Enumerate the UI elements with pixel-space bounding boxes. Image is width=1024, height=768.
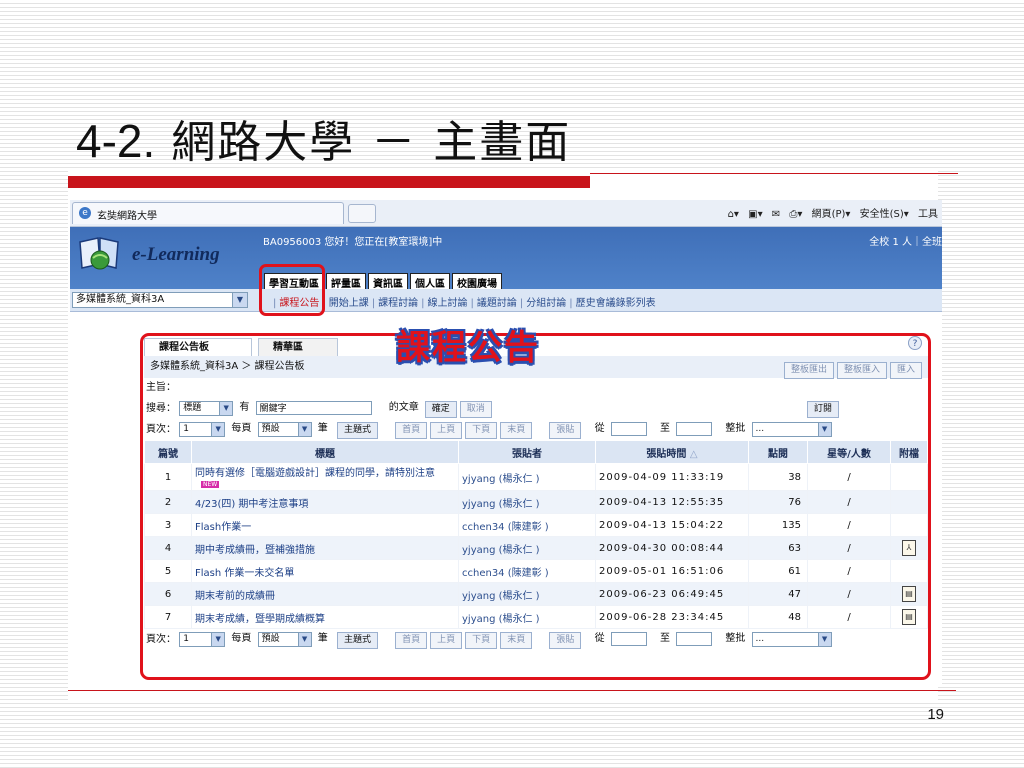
new-tab-button[interactable] [348, 204, 376, 223]
chevron-down-icon: ▼ [232, 293, 247, 307]
course-select[interactable]: 多媒體系統_資科3A ▼ [72, 292, 248, 308]
safety-menu[interactable]: 安全性(S)▾ [860, 209, 909, 220]
page-menu[interactable]: 網頁(P)▾ [812, 209, 851, 220]
site-logo-text: e-Learning [132, 244, 220, 265]
divider: | [470, 298, 474, 309]
home-icon[interactable]: ⌂▾ [728, 209, 739, 220]
browser-tab-title: 玄奘網路大學 [97, 211, 157, 222]
slide-title-text: 網路大學 － 主畫面 [171, 117, 572, 168]
sub-nav-online-discussion[interactable]: 線上討論 [428, 298, 468, 309]
browser-command-bar: ⌂▾ ▣▾ ✉ ⎙▾ 網頁(P)▾ 安全性(S)▾ 工具 [722, 205, 938, 220]
sub-navigation-bar: 多媒體系統_資科3A ▼ | 課程公告 | 開始上課 | 課程討論 | 線上討論 | 議題討論 | 分組… [70, 289, 942, 312]
print-icon[interactable]: ⎙▾ [789, 209, 802, 220]
book-logo-icon [79, 237, 119, 270]
sub-nav-course-discussion[interactable]: 課程討論 [378, 298, 418, 309]
tools-menu[interactable]: 工具 [918, 209, 938, 220]
highlight-content-box [140, 333, 931, 680]
browser-screenshot: e 玄奘網路大學 ⌂▾ ▣▾ ✉ ⎙▾ 網頁(P)▾ 安全性(S)▾ 工具 e-… [70, 200, 942, 684]
course-select-value: 多媒體系統_資科3A [76, 294, 165, 305]
callout-label: 課程公告 [396, 328, 540, 368]
divider: | [371, 298, 376, 309]
sub-nav-start-class[interactable]: 開始上課 [329, 298, 369, 309]
online-count: 全校 1 人｜全班 [869, 237, 942, 248]
divider: | [519, 298, 524, 309]
sub-nav-meeting-recordings[interactable]: 歷史會議錄影列表 [576, 298, 656, 309]
mail-icon[interactable]: ✉ [772, 209, 780, 220]
slide-title: 4-2. 網路大學 － 主畫面 [76, 106, 571, 170]
divider: | [569, 298, 573, 309]
site-header: e-Learning BA0956003 您好！您正在[教室環境]中 全校 1 … [70, 227, 942, 292]
ie-logo-icon: e [79, 207, 91, 219]
welcome-message: BA0956003 您好！您正在[教室環境]中 [263, 237, 443, 248]
browser-tab[interactable]: e 玄奘網路大學 [72, 202, 344, 224]
sub-nav-links: | 課程公告 | 開始上課 | 課程討論 | 線上討論 | 議題討論 | 分組討論 | 歷史會議錄影列表 [270, 294, 656, 309]
feeds-icon[interactable]: ▣▾ [748, 209, 762, 220]
page-number: 19 [927, 706, 944, 723]
title-red-line [590, 173, 958, 174]
sub-nav-group-discussion[interactable]: 分組討論 [526, 298, 566, 309]
browser-toolbar: e 玄奘網路大學 ⌂▾ ▣▾ ✉ ⎙▾ 網頁(P)▾ 安全性(S)▾ 工具 [70, 200, 942, 227]
highlight-menu-box [259, 264, 325, 316]
footer-line [68, 690, 956, 691]
slide-title-number: 4-2. [76, 115, 156, 167]
title-red-bar [68, 176, 590, 188]
divider: | [421, 298, 425, 309]
sub-nav-topic-discussion[interactable]: 議題討論 [477, 298, 517, 309]
